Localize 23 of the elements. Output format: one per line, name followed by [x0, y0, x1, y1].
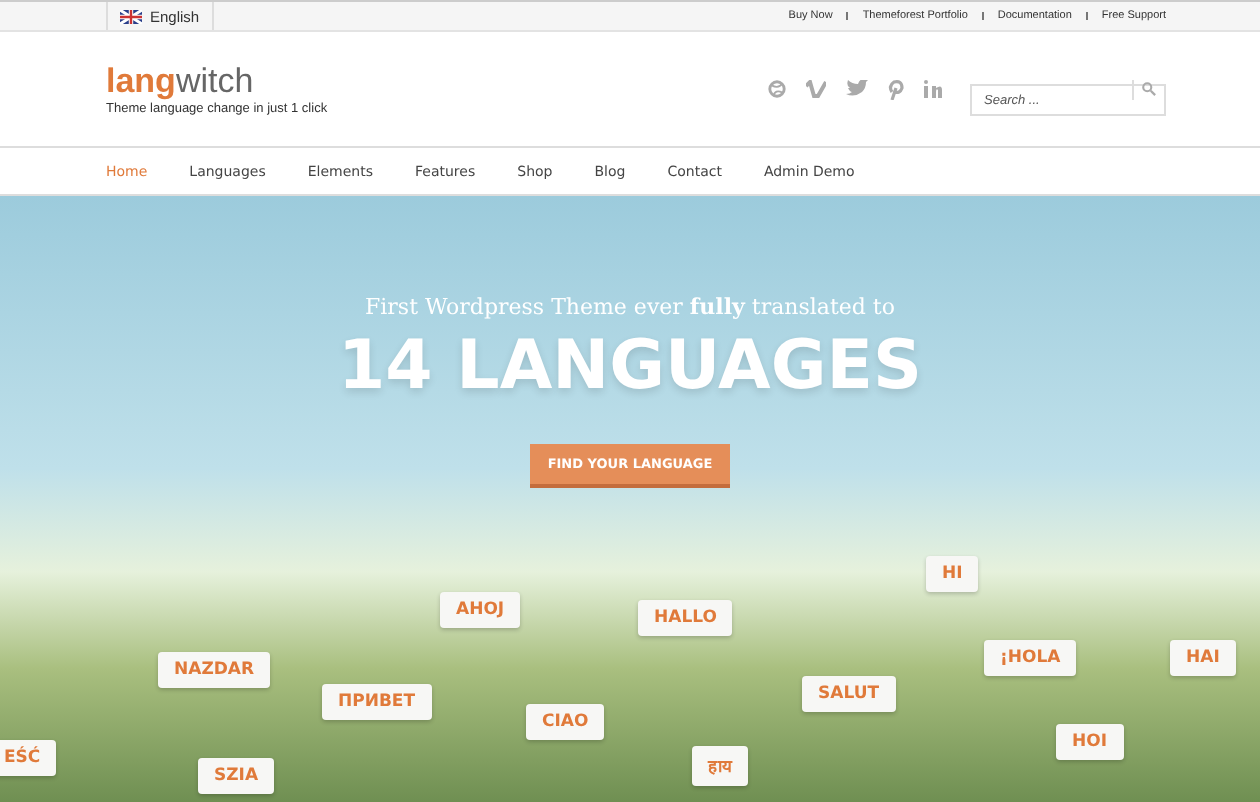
greeting-bubble: EŚĆ: [0, 740, 57, 776]
greeting-bubble: HAI: [1170, 640, 1236, 676]
greeting-bubble: ¡HOLA: [984, 640, 1077, 676]
greeting-bubble: SALUT: [802, 676, 896, 712]
hero-subtitle: First Wordpress Theme ever fully translated to: [363, 292, 897, 320]
greeting-bubble: HALLO: [638, 600, 733, 636]
hero-title: 14 LANGUAGES: [336, 332, 924, 400]
search-icon[interactable]: [1142, 82, 1156, 96]
greeting-bubble: SZIA: [198, 758, 275, 794]
vimeo-icon[interactable]: [806, 80, 826, 98]
greeting-bubble: NAZDAR: [158, 652, 271, 688]
greeting-bubble: HOI: [1056, 724, 1124, 760]
twitter-icon[interactable]: [846, 80, 868, 98]
greeting-bubble: CIAO: [526, 704, 605, 740]
linkedin-icon[interactable]: [924, 80, 942, 98]
greeting-bubble: हाय: [692, 746, 748, 786]
dribbble-icon[interactable]: [768, 80, 786, 98]
greeting-bubble: AHOJ: [440, 592, 521, 628]
greeting-bubble: ПРИВЕТ: [322, 684, 432, 720]
logo[interactable]: langwitch: [106, 63, 328, 97]
pinterest-icon[interactable]: [888, 79, 904, 99]
greeting-bubble: HI: [926, 556, 979, 592]
flag-icon: [120, 9, 142, 23]
